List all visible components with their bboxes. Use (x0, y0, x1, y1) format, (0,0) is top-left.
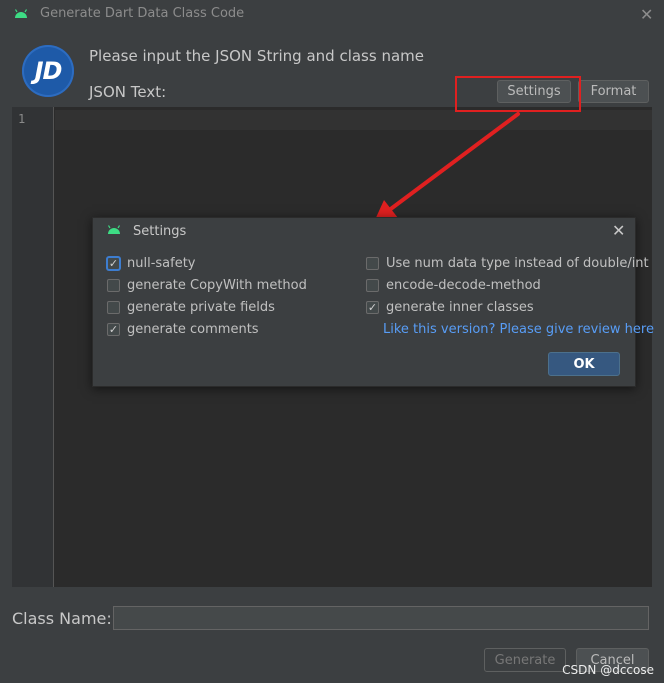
checkbox-unchecked-icon[interactable] (366, 257, 379, 270)
annotation-highlight-box (455, 76, 581, 112)
option-label: Use num data type instead of double/int (386, 256, 649, 271)
settings-dialog-title: Settings (133, 224, 187, 239)
copywith-option[interactable]: generate CopyWith method (107, 278, 307, 293)
option-label: generate private fields (127, 300, 275, 315)
checkbox-checked-icon[interactable]: ✓ (107, 257, 120, 270)
null-safety-option[interactable]: ✓ null-safety (107, 256, 196, 271)
android-icon (107, 225, 121, 234)
prompt-text: Please input the JSON String and class n… (89, 47, 424, 65)
option-label: null-safety (127, 256, 196, 271)
annotation-arrow (374, 112, 520, 222)
watermark: CSDN @dccose (562, 663, 654, 677)
class-name-label: Class Name: (12, 609, 112, 628)
option-label: generate inner classes (386, 300, 534, 315)
review-link[interactable]: Like this version? Please give review he… (383, 322, 654, 337)
checkbox-checked-icon[interactable]: ✓ (107, 323, 120, 336)
num-data-type-option[interactable]: Use num data type instead of double/int (366, 256, 649, 271)
settings-dialog: Settings ✕ ✓ null-safety generate CopyWi… (92, 217, 654, 387)
line-gutter (12, 107, 54, 587)
checkbox-unchecked-icon[interactable] (107, 279, 120, 292)
json-text-label: JSON Text: (89, 83, 167, 101)
encode-decode-option[interactable]: encode-decode-method (366, 278, 541, 293)
inner-classes-option[interactable]: ✓ generate inner classes (366, 300, 534, 315)
ok-button[interactable]: OK (548, 352, 620, 376)
checkbox-checked-icon[interactable]: ✓ (366, 301, 379, 314)
private-fields-option[interactable]: generate private fields (107, 300, 275, 315)
jd-logo: JD (22, 45, 74, 97)
android-icon (14, 9, 28, 18)
dialog-close-icon[interactable]: ✕ (612, 223, 625, 239)
generate-button[interactable]: Generate (484, 648, 566, 672)
option-label: encode-decode-method (386, 278, 541, 293)
line-number: 1 (18, 112, 26, 126)
class-name-input[interactable] (113, 606, 649, 630)
window-title: Generate Dart Data Class Code (40, 6, 245, 21)
checkbox-unchecked-icon[interactable] (366, 279, 379, 292)
checkbox-unchecked-icon[interactable] (107, 301, 120, 314)
format-button[interactable]: Format (578, 80, 649, 103)
option-label: generate comments (127, 322, 259, 337)
comments-option[interactable]: ✓ generate comments (107, 322, 259, 337)
option-label: generate CopyWith method (127, 278, 307, 293)
window-close-icon[interactable]: ✕ (640, 7, 653, 23)
current-line-highlight (55, 110, 652, 130)
